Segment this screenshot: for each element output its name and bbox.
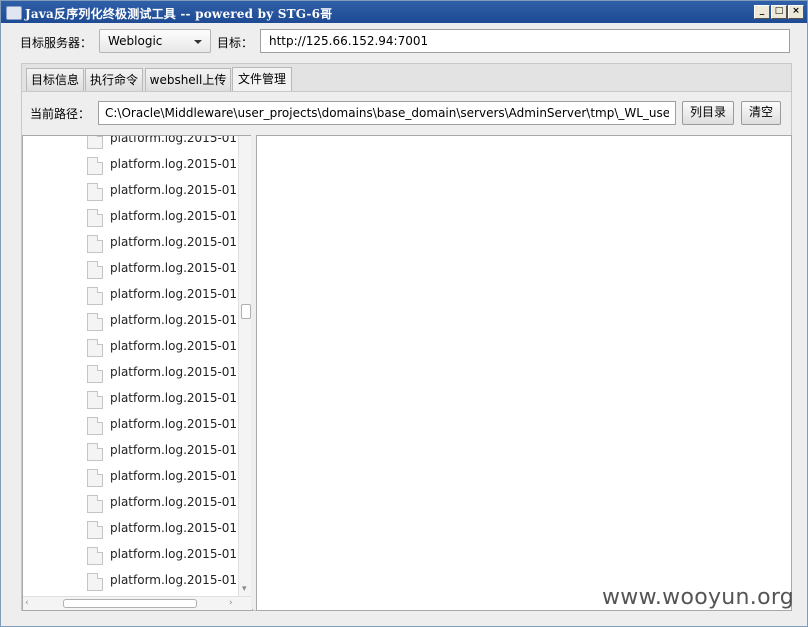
file-name: platform.log.2015-01 <box>110 391 238 405</box>
coffee-cup-icon <box>6 6 22 20</box>
window-title: Java反序列化终极测试工具 -- powered by STG-6哥 <box>25 7 333 21</box>
file-icon <box>87 469 103 487</box>
file-name: platform.log.2015-01 <box>110 261 238 275</box>
file-icon <box>87 235 103 253</box>
file-tree[interactable]: platform.log.2015-01 platform.log.2015-01… <box>22 135 253 611</box>
file-manager-panel: 当前路径： 列目录 清空 platform.log.2015-01platfor… <box>21 91 792 611</box>
file-icon <box>87 495 103 513</box>
path-field[interactable] <box>98 101 676 125</box>
server-select-value: Weblogic <box>108 34 163 48</box>
file-name: platform.log.2015-01 <box>110 183 238 197</box>
minimize-button[interactable]: _ <box>754 5 770 19</box>
chevron-down-icon <box>194 40 202 44</box>
server-select[interactable]: Weblogic <box>99 29 211 53</box>
file-name: platform.log.2015-01 <box>110 521 238 535</box>
list-directory-button[interactable]: 列目录 <box>682 101 734 125</box>
file-name: platform.log.2015-01 <box>110 313 238 327</box>
file-icon <box>87 209 103 227</box>
file-icon <box>87 365 103 383</box>
file-name: platform.log.2015-01 <box>110 443 238 457</box>
watermark: www.wooyun.org <box>602 585 795 610</box>
file-icon <box>87 391 103 409</box>
file-icon <box>87 573 103 591</box>
file-icon <box>87 183 103 201</box>
file-icon <box>87 157 103 175</box>
maximize-button[interactable]: □ <box>771 5 787 19</box>
tab-webshell-upload[interactable]: webshell上传 <box>145 68 231 92</box>
file-name: platform.log.2015-01 <box>110 209 238 223</box>
file-name: platform.log.2015-01 <box>110 547 238 561</box>
title-bar[interactable]: Java反序列化终极测试工具 -- powered by STG-6哥 _ □ … <box>1 1 807 23</box>
clear-button[interactable]: 清空 <box>741 101 781 125</box>
vertical-scrollbar[interactable]: ▾ <box>238 136 252 596</box>
file-icon <box>87 287 103 305</box>
server-label: 目标服务器： <box>20 36 93 50</box>
close-button[interactable]: × <box>788 5 804 19</box>
file-icon <box>87 339 103 357</box>
file-name: platform.log.2015-01 <box>110 135 238 145</box>
main-window: Java反序列化终极测试工具 -- powered by STG-6哥 _ □ … <box>0 0 808 627</box>
file-name: platform.log.2015-01 <box>110 365 238 379</box>
file-icon <box>87 521 103 539</box>
file-name: platform.log.2015-01 <box>110 287 238 301</box>
tab-file-manager[interactable]: 文件管理 <box>232 67 292 93</box>
path-label: 当前路径： <box>30 107 91 121</box>
target-label: 目标： <box>217 36 254 50</box>
file-content-area[interactable] <box>256 135 792 611</box>
file-name: platform.log.2015-01 <box>110 469 238 483</box>
horizontal-scrollbar[interactable]: ‹ › <box>23 596 252 610</box>
path-input[interactable] <box>99 102 675 124</box>
scroll-right-icon[interactable]: › <box>229 598 233 608</box>
file-icon <box>87 547 103 565</box>
file-icon <box>87 313 103 331</box>
tab-bar: 目标信息 执行命令 webshell上传 文件管理 <box>21 63 792 93</box>
file-name: platform.log.2015-01 <box>110 339 238 353</box>
tab-execute-command[interactable]: 执行命令 <box>85 68 143 92</box>
file-icon <box>87 261 103 279</box>
scroll-left-icon[interactable]: ‹ <box>25 598 29 608</box>
target-url-field[interactable] <box>260 29 790 53</box>
tab-target-info[interactable]: 目标信息 <box>26 68 84 92</box>
file-name: platform.log.2015-01 <box>110 573 238 587</box>
file-name: platform.log.2015-01 <box>110 157 238 171</box>
file-name: platform.log.2015-01 <box>110 235 238 249</box>
file-name: platform.log.2015-01 <box>110 495 238 509</box>
file-icon <box>87 136 103 149</box>
file-icon <box>87 443 103 461</box>
vertical-scroll-thumb[interactable] <box>241 304 251 319</box>
horizontal-scroll-thumb[interactable] <box>63 599 197 608</box>
scroll-down-icon[interactable]: ▾ <box>242 584 247 594</box>
file-icon <box>87 417 103 435</box>
target-url-input[interactable] <box>261 30 787 52</box>
file-name: platform.log.2015-01 <box>110 417 238 431</box>
target-row: 目标服务器： Weblogic 目标： <box>1 28 807 54</box>
